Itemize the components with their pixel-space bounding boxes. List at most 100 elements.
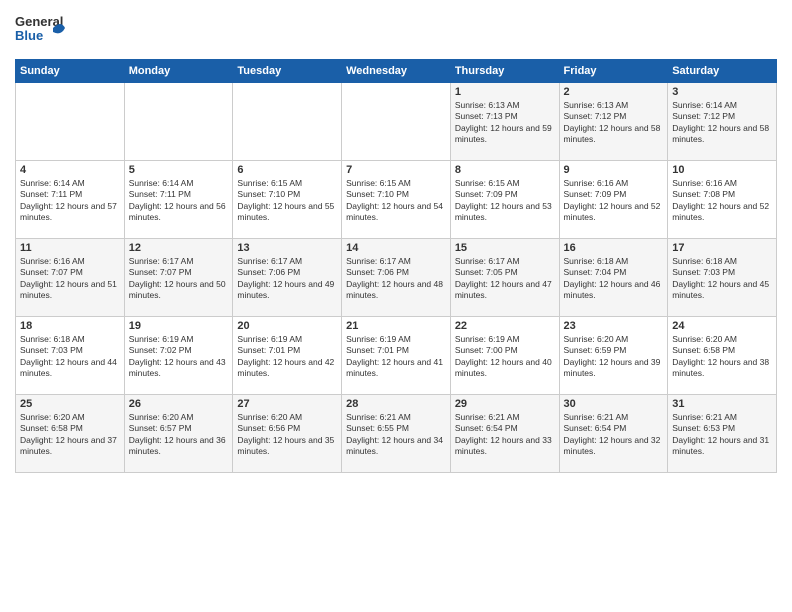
day-number: 18 [20,320,120,332]
calendar-day-cell [16,83,125,161]
page-container: General Blue SundayMondayTuesdayWednesda… [0,0,792,612]
weekday-header: Tuesday [233,60,342,83]
calendar-day-cell: 14 Sunrise: 6:17 AM Sunset: 7:06 PM Dayli… [342,239,451,317]
day-info: Sunrise: 6:17 AM Sunset: 7:05 PM Dayligh… [455,256,555,302]
calendar-day-cell: 24Sunrise: 6:20 AM Sunset: 6:58 PM Dayli… [668,317,777,395]
calendar-day-cell: 28 Sunrise: 6:21 AM Sunset: 6:55 PM Dayli… [342,395,451,473]
calendar-day-cell: 1 Sunrise: 6:13 AM Sunset: 7:13 PM Daylig… [450,83,559,161]
calendar-header-row: SundayMondayTuesdayWednesdayThursdayFrid… [16,60,777,83]
calendar-day-cell: 7 Sunrise: 6:15 AM Sunset: 7:10 PM Daylig… [342,161,451,239]
day-number: 8 [455,164,555,176]
calendar-day-cell [233,83,342,161]
weekday-header: Monday [124,60,233,83]
weekday-header: Saturday [668,60,777,83]
calendar-day-cell [124,83,233,161]
day-info: Sunrise: 6:21 AM Sunset: 6:54 PM Dayligh… [564,412,664,458]
calendar-day-cell: 2Sunrise: 6:13 AM Sunset: 7:12 PM Daylig… [559,83,668,161]
calendar-day-cell: 26Sunrise: 6:20 AM Sunset: 6:57 PM Dayli… [124,395,233,473]
calendar-week-row: 11 Sunrise: 6:16 AM Sunset: 7:07 PM Dayli… [16,239,777,317]
day-number: 28 [346,398,446,410]
calendar-day-cell [342,83,451,161]
day-info: Sunrise: 6:20 AM Sunset: 6:57 PM Dayligh… [129,412,229,458]
day-number: 31 [672,398,772,410]
calendar-day-cell: 15 Sunrise: 6:17 AM Sunset: 7:05 PM Dayli… [450,239,559,317]
weekday-header: Friday [559,60,668,83]
day-number: 15 [455,242,555,254]
day-number: 16 [564,242,664,254]
day-number: 25 [20,398,120,410]
calendar-day-cell: 22Sunrise: 6:19 AM Sunset: 7:00 PM Dayli… [450,317,559,395]
calendar-day-cell: 27 Sunrise: 6:20 AM Sunset: 6:56 PM Dayli… [233,395,342,473]
calendar-week-row: 18 Sunrise: 6:18 AM Sunset: 7:03 PM Dayli… [16,317,777,395]
day-number: 29 [455,398,555,410]
day-info: Sunrise: 6:18 AM Sunset: 7:03 PM Dayligh… [672,256,772,302]
day-info: Sunrise: 6:16 AM Sunset: 7:08 PM Dayligh… [672,178,772,224]
day-info: Sunrise: 6:16 AM Sunset: 7:07 PM Dayligh… [20,256,120,302]
logo: General Blue [15,10,65,53]
day-info: Sunrise: 6:21 AM Sunset: 6:55 PM Dayligh… [346,412,446,458]
calendar-day-cell: 25 Sunrise: 6:20 AM Sunset: 6:58 PM Dayli… [16,395,125,473]
day-number: 23 [564,320,664,332]
weekday-header: Sunday [16,60,125,83]
day-info: Sunrise: 6:21 AM Sunset: 6:54 PM Dayligh… [455,412,555,458]
day-info: Sunrise: 6:17 AM Sunset: 7:06 PM Dayligh… [346,256,446,302]
day-info: Sunrise: 6:19 AM Sunset: 7:02 PM Dayligh… [129,334,229,380]
calendar-day-cell: 17 Sunrise: 6:18 AM Sunset: 7:03 PM Dayli… [668,239,777,317]
day-number: 7 [346,164,446,176]
day-number: 30 [564,398,664,410]
day-info: Sunrise: 6:15 AM Sunset: 7:09 PM Dayligh… [455,178,555,224]
calendar-day-cell: 12Sunrise: 6:17 AM Sunset: 7:07 PM Dayli… [124,239,233,317]
calendar-day-cell: 10 Sunrise: 6:16 AM Sunset: 7:08 PM Dayli… [668,161,777,239]
day-number: 6 [237,164,337,176]
day-info: Sunrise: 6:13 AM Sunset: 7:13 PM Dayligh… [455,100,555,146]
calendar-day-cell: 16Sunrise: 6:18 AM Sunset: 7:04 PM Dayli… [559,239,668,317]
svg-text:Blue: Blue [15,28,43,43]
day-number: 2 [564,86,664,98]
day-number: 14 [346,242,446,254]
weekday-header: Wednesday [342,60,451,83]
day-info: Sunrise: 6:17 AM Sunset: 7:07 PM Dayligh… [129,256,229,302]
day-number: 11 [20,242,120,254]
calendar-week-row: 1 Sunrise: 6:13 AM Sunset: 7:13 PM Daylig… [16,83,777,161]
calendar-day-cell: 8 Sunrise: 6:15 AM Sunset: 7:09 PM Daylig… [450,161,559,239]
day-info: Sunrise: 6:14 AM Sunset: 7:12 PM Dayligh… [672,100,772,146]
day-info: Sunrise: 6:19 AM Sunset: 7:01 PM Dayligh… [237,334,337,380]
calendar-day-cell: 11 Sunrise: 6:16 AM Sunset: 7:07 PM Dayli… [16,239,125,317]
day-number: 19 [129,320,229,332]
calendar-day-cell: 30 Sunrise: 6:21 AM Sunset: 6:54 PM Dayli… [559,395,668,473]
calendar-day-cell: 20 Sunrise: 6:19 AM Sunset: 7:01 PM Dayli… [233,317,342,395]
day-number: 20 [237,320,337,332]
day-number: 1 [455,86,555,98]
calendar-day-cell: 9 Sunrise: 6:16 AM Sunset: 7:09 PM Daylig… [559,161,668,239]
day-info: Sunrise: 6:18 AM Sunset: 7:03 PM Dayligh… [20,334,120,380]
calendar-day-cell: 19 Sunrise: 6:19 AM Sunset: 7:02 PM Dayli… [124,317,233,395]
calendar-week-row: 4 Sunrise: 6:14 AM Sunset: 7:11 PM Daylig… [16,161,777,239]
day-info: Sunrise: 6:20 AM Sunset: 6:56 PM Dayligh… [237,412,337,458]
weekday-header: Thursday [450,60,559,83]
day-number: 3 [672,86,772,98]
calendar-day-cell: 21 Sunrise: 6:19 AM Sunset: 7:01 PM Dayli… [342,317,451,395]
day-number: 4 [20,164,120,176]
calendar-day-cell: 31Sunrise: 6:21 AM Sunset: 6:53 PM Dayli… [668,395,777,473]
calendar-day-cell: 3 Sunrise: 6:14 AM Sunset: 7:12 PM Daylig… [668,83,777,161]
calendar-day-cell: 18 Sunrise: 6:18 AM Sunset: 7:03 PM Dayli… [16,317,125,395]
day-number: 5 [129,164,229,176]
calendar-day-cell: 23Sunrise: 6:20 AM Sunset: 6:59 PM Dayli… [559,317,668,395]
day-info: Sunrise: 6:15 AM Sunset: 7:10 PM Dayligh… [346,178,446,224]
day-info: Sunrise: 6:19 AM Sunset: 7:01 PM Dayligh… [346,334,446,380]
day-number: 13 [237,242,337,254]
day-number: 21 [346,320,446,332]
calendar-day-cell: 29 Sunrise: 6:21 AM Sunset: 6:54 PM Dayli… [450,395,559,473]
day-info: Sunrise: 6:14 AM Sunset: 7:11 PM Dayligh… [129,178,229,224]
day-number: 17 [672,242,772,254]
day-info: Sunrise: 6:16 AM Sunset: 7:09 PM Dayligh… [564,178,664,224]
logo-area: General Blue [15,10,65,53]
day-number: 10 [672,164,772,176]
day-info: Sunrise: 6:17 AM Sunset: 7:06 PM Dayligh… [237,256,337,302]
calendar-day-cell: 4Sunrise: 6:14 AM Sunset: 7:11 PM Daylig… [16,161,125,239]
calendar-day-cell: 6 Sunrise: 6:15 AM Sunset: 7:10 PM Daylig… [233,161,342,239]
day-info: Sunrise: 6:15 AM Sunset: 7:10 PM Dayligh… [237,178,337,224]
day-number: 27 [237,398,337,410]
day-number: 9 [564,164,664,176]
day-info: Sunrise: 6:20 AM Sunset: 6:58 PM Dayligh… [20,412,120,458]
